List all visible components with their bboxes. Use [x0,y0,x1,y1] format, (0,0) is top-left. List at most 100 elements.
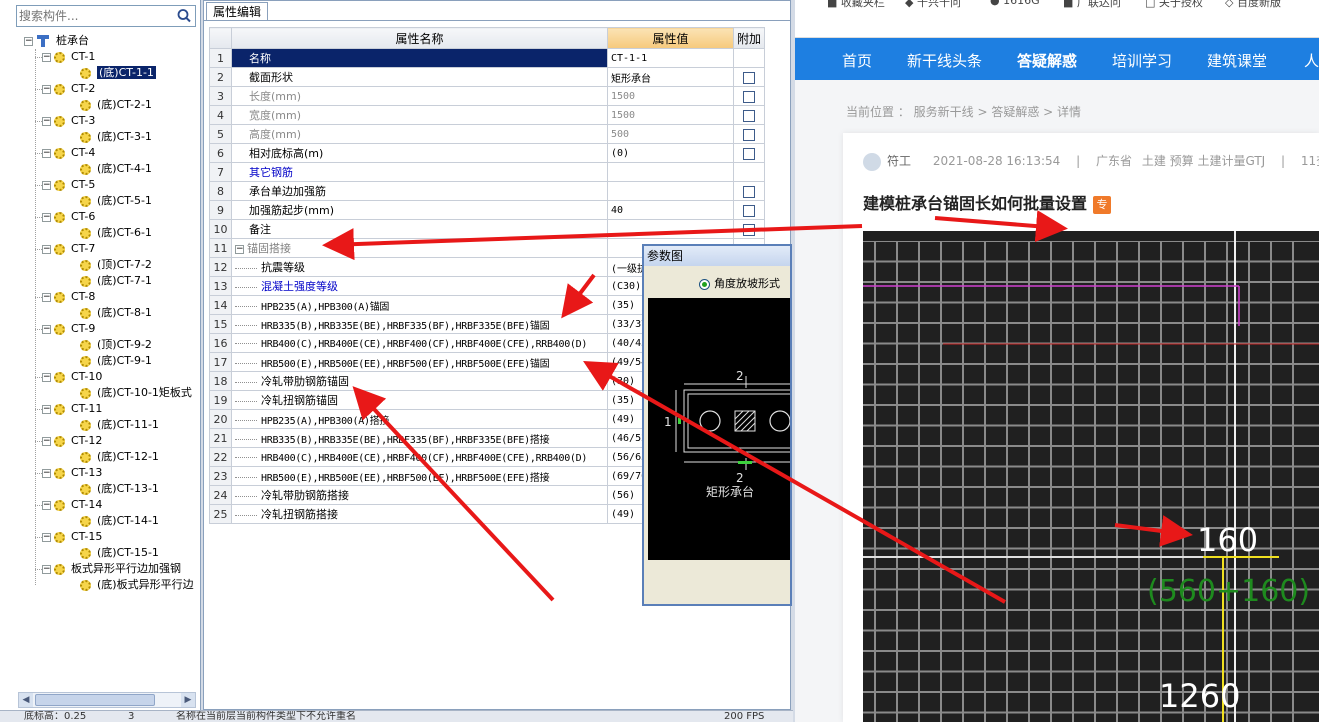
tree-item[interactable]: (底)CT-10-1矩板式 [80,385,192,401]
property-name-cell[interactable]: HRB335(B),HRB335E(BE),HRBF335(BF),HRBF33… [231,428,608,448]
property-row[interactable]: 1 名称 CT-1-1 [209,48,766,68]
bookmark-item[interactable]: ■ 广联达问 [1063,0,1121,10]
tree-item[interactable]: (底)CT-1-1 [80,65,156,81]
property-value-cell[interactable]: 500 [607,124,734,144]
tree-item[interactable]: (底)CT-4-1 [80,161,152,177]
tree-root[interactable]: − 桩承台 [24,33,89,49]
extra-checkbox[interactable] [743,71,755,84]
tree-item[interactable]: (底)CT-6-1 [80,225,152,241]
property-name-cell[interactable]: 宽度(mm) [231,105,608,125]
extra-checkbox[interactable] [743,223,755,236]
radio-selected-icon[interactable] [699,278,710,290]
tree-group[interactable]: − 板式异形平行边加强钢 [42,561,181,577]
property-value-cell[interactable] [607,162,734,182]
collapse-icon[interactable]: − [42,324,51,334]
property-row[interactable]: 4 宽度(mm) 1500 [209,105,766,125]
tree-group[interactable]: − CT-5 [42,177,95,193]
bookmark-item[interactable]: ■ 收藏夹栏 [827,0,885,10]
scroll-right-icon[interactable]: ▶ [181,693,195,707]
tree-group[interactable]: − CT-1 [42,49,95,65]
property-name-cell[interactable]: 高度(mm) [231,124,608,144]
extra-checkbox[interactable] [743,204,755,217]
collapse-icon[interactable]: − [42,212,51,222]
property-name-cell[interactable]: HRB400(C),HRB400E(CE),HRBF400(CF),HRBF40… [231,447,608,467]
property-name-cell[interactable]: 抗震等级 [231,257,608,277]
nav-item[interactable]: 人 [1304,50,1319,71]
collapse-icon[interactable]: − [24,36,33,46]
collapse-icon[interactable]: − [42,116,51,126]
property-value-cell[interactable]: CT-1-1 [607,48,734,68]
property-value-cell[interactable] [607,181,734,201]
property-value-cell[interactable] [607,219,734,239]
property-value-cell[interactable]: (0) [607,143,734,163]
property-value-cell[interactable]: 40 [607,200,734,220]
tree-item[interactable]: (顶)CT-7-2 [80,257,152,273]
tree-item[interactable]: (底)CT-11-1 [80,417,159,433]
tree-group[interactable]: − CT-6 [42,209,95,225]
collapse-icon[interactable]: − [42,564,51,574]
tree-item[interactable]: (底)CT-12-1 [80,449,159,465]
property-name-cell[interactable]: HPB235(A),HPB300(A)搭接 [231,409,608,429]
tree-group[interactable]: − CT-15 [42,529,102,545]
property-name-cell[interactable]: 加强筋起步(mm) [231,200,608,220]
tree-group[interactable]: − CT-10 [42,369,102,385]
tree-item[interactable]: (底)CT-13-1 [80,481,159,497]
search-input[interactable] [19,8,169,24]
tree-group[interactable]: − CT-13 [42,465,102,481]
tree-group[interactable]: − CT-12 [42,433,102,449]
property-name-cell[interactable]: HRB335(B),HRB335E(BE),HRBF335(BF),HRBF33… [231,314,608,334]
nav-item[interactable]: 建筑课堂 [1207,50,1267,71]
search-icon[interactable] [175,8,193,24]
window-title[interactable]: 参数图 [644,246,790,266]
tree-item[interactable]: (底)CT-7-1 [80,273,152,289]
nav-item[interactable]: 答疑解惑 [1017,50,1077,71]
horizontal-scrollbar[interactable]: ◀ ▶ [18,692,196,708]
collapse-icon[interactable]: − [42,84,51,94]
collapse-icon[interactable]: − [42,532,51,542]
collapse-icon[interactable]: − [42,468,51,478]
collapse-icon[interactable]: − [42,404,51,414]
property-name-cell[interactable]: 名称 [231,48,608,68]
property-row[interactable]: 6 相对底标高(m) (0) [209,143,766,163]
property-name-cell[interactable]: HPB235(A),HPB300(A)锚固 [231,295,608,315]
property-row[interactable]: 7 其它钢筋 [209,162,766,182]
collapse-icon[interactable]: − [42,148,51,158]
tree-item[interactable]: (底)CT-14-1 [80,513,159,529]
scroll-thumb[interactable] [35,694,155,706]
property-name-cell[interactable]: 承台单边加强筋 [231,181,608,201]
property-value-cell[interactable]: 1500 [607,105,734,125]
bookmark-item[interactable]: ● 1616G [990,0,1040,7]
nav-item[interactable]: 培训学习 [1112,50,1172,71]
nav-item[interactable]: 新干线头条 [907,50,982,71]
tree-group[interactable]: − CT-3 [42,113,95,129]
nav-item[interactable]: 首页 [842,50,872,71]
property-name-cell[interactable]: − 锚固搭接 [231,238,608,258]
collapse-icon[interactable]: − [42,500,51,510]
collapse-icon[interactable]: − [42,52,51,62]
property-name-cell[interactable]: 冷轧扭钢筋锚固 [231,390,608,410]
collapse-icon[interactable]: − [42,292,51,302]
extra-checkbox[interactable] [743,90,755,103]
property-value-cell[interactable]: 1500 [607,86,734,106]
collapse-icon[interactable]: − [42,436,51,446]
tree-group[interactable]: − CT-14 [42,497,102,513]
author-name[interactable]: 符工 [887,154,911,168]
tree-item[interactable]: (底)CT-2-1 [80,97,152,113]
extra-checkbox[interactable] [743,128,755,141]
collapse-icon[interactable]: − [42,372,51,382]
property-name-cell[interactable]: 混凝土强度等级 [231,276,608,296]
extra-checkbox[interactable] [743,109,755,122]
property-row[interactable]: 3 长度(mm) 1500 [209,86,766,106]
tree-group[interactable]: − CT-11 [42,401,102,417]
extra-checkbox[interactable] [743,147,755,160]
collapse-icon[interactable]: − [42,180,51,190]
collapse-icon[interactable]: − [235,244,244,254]
tree-group[interactable]: − CT-9 [42,321,95,337]
property-name-cell[interactable]: 冷轧带肋钢筋锚固 [231,371,608,391]
tree-item[interactable]: (底)CT-3-1 [80,129,152,145]
tree-item[interactable]: (底)板式异形平行边 [80,577,194,593]
property-name-cell[interactable]: 冷轧带肋钢筋搭接 [231,485,608,505]
tree-group[interactable]: − CT-2 [42,81,95,97]
property-value-cell[interactable]: 矩形承台 [607,67,734,87]
tree-group[interactable]: − CT-7 [42,241,95,257]
